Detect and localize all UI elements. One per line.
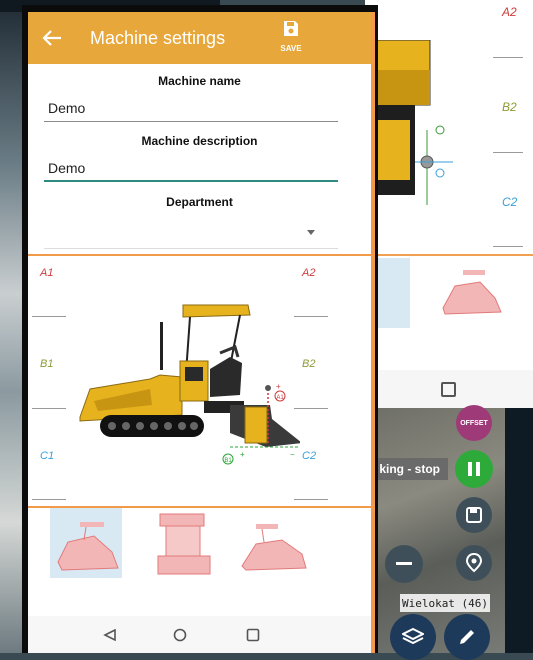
- plus-icon: +: [276, 382, 281, 391]
- section-divider: [365, 254, 533, 256]
- app-bar: Machine settings SAVE: [28, 12, 371, 64]
- view-selector: [28, 508, 371, 616]
- back-button[interactable]: [38, 24, 66, 52]
- plus-icon: +: [240, 450, 245, 459]
- phone-frame: Machine settings SAVE Machine name Demo …: [22, 5, 378, 653]
- machine-description-field[interactable]: Demo: [44, 154, 338, 182]
- save-button[interactable]: SAVE: [276, 20, 306, 60]
- department-label: Department: [166, 195, 233, 209]
- field-underline-focused: [44, 180, 338, 182]
- asphalt-paver-side-view: A1 B1 + − +: [79, 304, 300, 465]
- view-thumbnail-front-3q[interactable]: [236, 508, 308, 578]
- offset-label: OFFSET: [460, 419, 488, 427]
- machine-settings-screen: Machine settings SAVE Machine name Demo …: [28, 12, 371, 653]
- back-arrow-icon: [42, 30, 61, 46]
- diagram-marker-a1: A1: [276, 395, 284, 401]
- layers-button[interactable]: [390, 614, 436, 660]
- location-button[interactable]: [456, 545, 492, 581]
- sensor-label-b2: B2: [502, 100, 517, 114]
- recent-apps-icon[interactable]: [441, 382, 456, 397]
- zoom-out-button[interactable]: [385, 545, 423, 583]
- sensor-label-b2: B2: [302, 358, 316, 370]
- diagram-marker-b1: B1: [224, 458, 232, 464]
- layer-label: Wielokat (46): [400, 594, 490, 612]
- sensor-slot-c2[interactable]: [294, 499, 328, 500]
- field-underline: [44, 248, 338, 249]
- nav-home-icon[interactable]: [173, 628, 187, 642]
- department-dropdown[interactable]: [44, 217, 338, 247]
- status-pill: king - stop: [368, 458, 448, 480]
- layer-label-text: Wielokat (46): [401, 596, 489, 610]
- nav-recent-apps-icon[interactable]: [246, 628, 260, 642]
- paver-thumbnail-icon: [157, 513, 211, 575]
- sensor-label-b1: B1: [40, 358, 54, 370]
- layers-icon: [402, 627, 424, 645]
- pause-button[interactable]: [455, 450, 493, 488]
- save-map-button[interactable]: [456, 497, 492, 533]
- view-thumbnail-side[interactable]: [435, 268, 505, 318]
- machine-description-label: Machine description: [141, 134, 258, 148]
- pencil-icon: [460, 630, 474, 644]
- sensor-label-a1: A1: [40, 267, 54, 279]
- background-map-dark-edge: [505, 408, 533, 653]
- pause-icon: [468, 462, 480, 476]
- sensor-slot-b1[interactable]: [32, 408, 66, 409]
- sensor-slot-line: [493, 152, 523, 153]
- sensor-label-c2: C2: [502, 195, 518, 209]
- sensor-label-c2: C2: [302, 450, 317, 462]
- sensor-slot-c1[interactable]: [32, 499, 66, 500]
- paver-thumbnail-icon: [241, 524, 307, 571]
- paver-rear-view-image: [375, 40, 453, 205]
- minus-icon: −: [290, 450, 295, 459]
- nav-back-icon[interactable]: [103, 629, 117, 641]
- dropdown-arrow-icon: [307, 230, 315, 235]
- floppy-disk-icon: [284, 21, 298, 36]
- machine-name-field[interactable]: Demo: [44, 94, 338, 122]
- machine-name-label: Machine name: [158, 74, 241, 88]
- sensor-slot-a1[interactable]: [32, 316, 66, 317]
- second-phone-screen: A2 B2 C2: [365, 0, 533, 408]
- machine-description-value: Demo: [48, 160, 86, 176]
- floppy-icon: [466, 507, 482, 523]
- minus-icon: [396, 562, 412, 565]
- android-nav-bar: [28, 616, 371, 653]
- status-text: king - stop: [379, 462, 440, 476]
- offset-button[interactable]: OFFSET: [456, 405, 492, 441]
- edit-button[interactable]: [444, 614, 490, 660]
- view-thumbnail-rear-3q[interactable]: [50, 508, 122, 578]
- machine-name-value: Demo: [48, 100, 86, 116]
- field-underline: [44, 121, 338, 122]
- sensor-label-a2: A2: [502, 5, 517, 19]
- sensor-label-c1: C1: [40, 450, 55, 462]
- page-title: Machine settings: [90, 28, 226, 48]
- sensor-slot-line: [493, 246, 523, 247]
- screen-edge-accent: [371, 12, 375, 653]
- paver-thumbnail-icon: [57, 522, 119, 571]
- sensor-slot-line: [493, 57, 523, 58]
- sensor-label-a2: A2: [302, 267, 316, 279]
- view-thumbnail-front[interactable]: [152, 508, 224, 578]
- section-divider: [28, 254, 371, 256]
- save-label: SAVE: [280, 44, 302, 53]
- location-pin-icon: [465, 553, 483, 573]
